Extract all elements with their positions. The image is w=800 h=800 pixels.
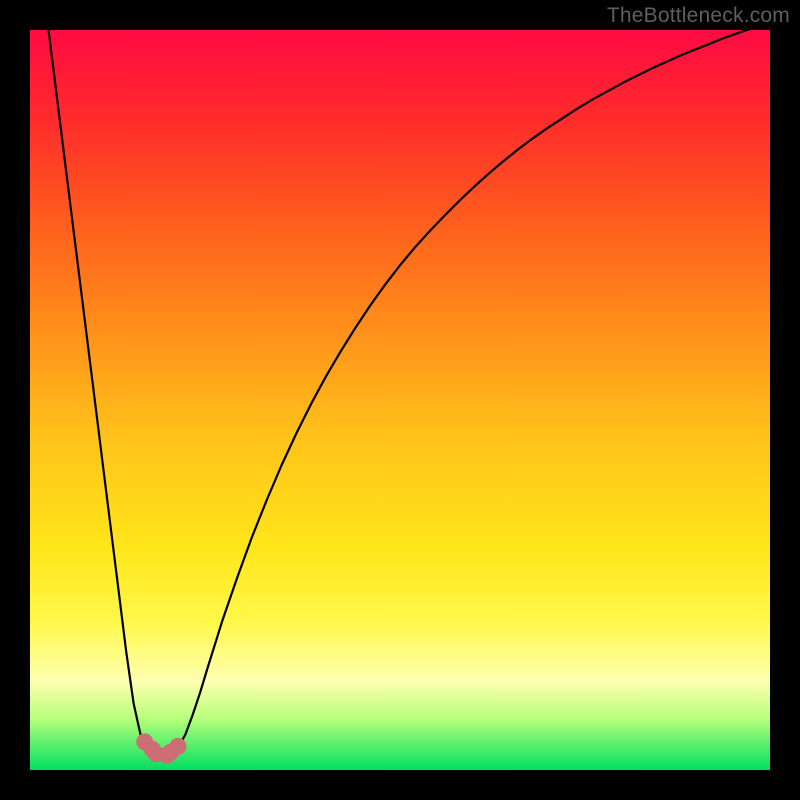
curve-marker	[144, 741, 161, 758]
plot-area	[30, 30, 770, 770]
curve-markers	[136, 733, 186, 763]
chart-frame: TheBottleneck.com	[0, 0, 800, 800]
curve-svg	[30, 30, 770, 770]
watermark-text: TheBottleneck.com	[607, 4, 790, 28]
bottleneck-curve	[30, 30, 770, 755]
curve-marker	[162, 744, 179, 761]
